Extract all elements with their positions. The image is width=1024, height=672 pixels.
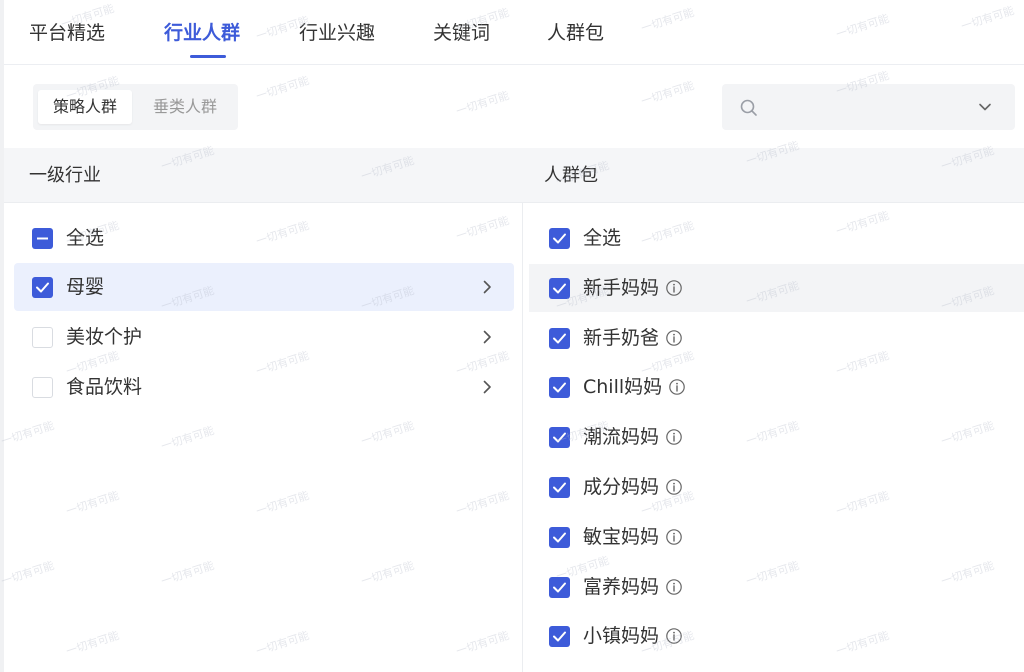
column-header-bar: 一级行业 人群包 — [4, 148, 1024, 203]
checked-checkbox[interactable] — [549, 327, 570, 349]
list-item-label: 全选 — [583, 227, 622, 249]
list-item-label: 新手奶爸 — [583, 326, 660, 349]
list-item-label: 小镇妈妈 — [583, 625, 660, 648]
tab-platform-picks[interactable]: 平台精选 — [29, 18, 105, 48]
right-column-title: 人群包 — [544, 165, 598, 186]
tab-audience-pack[interactable]: 人群包 — [547, 18, 604, 48]
list-item-label: 全选 — [66, 227, 105, 249]
industry-item-maternal[interactable]: 母婴 — [14, 263, 514, 311]
chevron-right-icon[interactable] — [478, 278, 496, 296]
info-icon[interactable] — [668, 378, 686, 396]
unchecked-checkbox[interactable] — [32, 377, 53, 398]
audience-pack-item[interactable]: 成分妈妈 — [529, 463, 1024, 511]
info-icon[interactable] — [665, 478, 683, 496]
segment-vertical-audience[interactable]: 垂类人群 — [137, 90, 233, 124]
search-input[interactable] — [768, 92, 968, 122]
audience-pack-item[interactable]: Chill妈妈 — [529, 363, 1024, 411]
active-tab-indicator — [190, 55, 226, 58]
info-icon[interactable] — [665, 279, 683, 297]
info-icon[interactable] — [665, 428, 683, 446]
list-item-label: 母婴 — [66, 276, 105, 298]
audience-type-switch: 策略人群 垂类人群 — [33, 84, 238, 130]
info-icon[interactable] — [665, 627, 683, 645]
info-icon[interactable] — [665, 528, 683, 546]
unchecked-checkbox[interactable] — [32, 327, 53, 348]
search-icon — [739, 98, 759, 118]
checked-checkbox[interactable] — [549, 576, 570, 598]
list-item-label: 富养妈妈 — [583, 575, 660, 598]
column-divider — [522, 203, 523, 672]
audience-pack-item[interactable]: 敏宝妈妈 — [529, 513, 1024, 561]
checked-checkbox[interactable] — [549, 526, 570, 548]
audience-pack-item[interactable]: 富养妈妈 — [529, 563, 1024, 611]
list-item-label: 成分妈妈 — [583, 476, 660, 498]
checked-checkbox[interactable] — [549, 377, 570, 399]
checked-checkbox[interactable] — [549, 477, 570, 498]
chevron-down-icon[interactable] — [976, 98, 994, 116]
audience-pack-item[interactable]: 新手妈妈 — [529, 263, 1024, 312]
industry-select-all[interactable]: 全选 — [14, 214, 514, 262]
info-icon[interactable] — [665, 329, 683, 347]
audience-search-select[interactable] — [722, 84, 1015, 130]
audience-pack-item[interactable]: 潮流妈妈 — [529, 413, 1024, 461]
list-item-label: 潮流妈妈 — [583, 426, 660, 449]
checked-checkbox[interactable] — [549, 277, 570, 299]
audience-select-all[interactable]: 全选 — [529, 214, 1024, 262]
indeterminate-checkbox[interactable] — [32, 228, 53, 249]
audience-pack-item[interactable]: 新手奶爸 — [529, 314, 1024, 362]
checked-checkbox[interactable] — [32, 277, 53, 298]
tab-industry-interest[interactable]: 行业兴趣 — [299, 18, 375, 48]
tab-keywords[interactable]: 关键词 — [433, 18, 490, 48]
tab-industry-audience[interactable]: 行业人群 — [164, 18, 240, 48]
list-item-label: 敏宝妈妈 — [583, 525, 660, 548]
industry-item-food[interactable]: 食品饮料 — [14, 363, 514, 411]
industry-item-beauty[interactable]: 美妆个护 — [14, 313, 514, 361]
list-item-label: Chill妈妈 — [583, 376, 663, 399]
checked-checkbox[interactable] — [549, 626, 570, 648]
chevron-right-icon[interactable] — [478, 328, 496, 346]
checked-checkbox[interactable] — [549, 228, 570, 249]
audience-pack-item[interactable]: 小镇妈妈 — [529, 612, 1024, 660]
checked-checkbox[interactable] — [549, 427, 570, 449]
tab-bar: 平台精选 行业人群 行业兴趣 关键词 人群包 — [4, 0, 1024, 65]
list-item-label: 美妆个护 — [66, 326, 143, 348]
segment-strategy-audience[interactable]: 策略人群 — [38, 90, 132, 124]
app-frame: 平台精选 行业人群 行业兴趣 关键词 人群包 策略人群 垂类人群 一级行业 人群… — [0, 0, 1024, 672]
chevron-right-icon[interactable] — [478, 378, 496, 396]
left-column-title: 一级行业 — [29, 165, 101, 186]
list-item-label: 食品饮料 — [66, 376, 143, 398]
info-icon[interactable] — [665, 578, 683, 596]
list-item-label: 新手妈妈 — [583, 276, 660, 299]
